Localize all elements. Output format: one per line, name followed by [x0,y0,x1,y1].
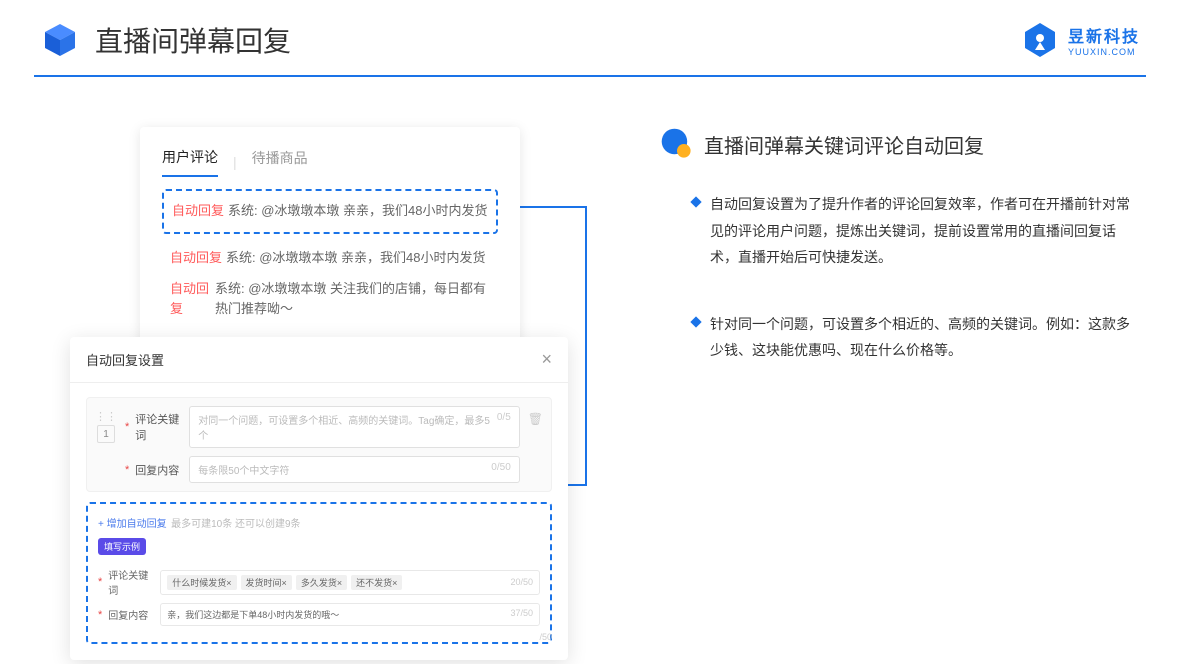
modal-title: 自动回复设置 [86,350,164,369]
brand-text: 昱新科技 YUUXIN.COM [1068,23,1140,57]
auto-reply-tag: 自动回复 [172,201,224,222]
content-label: 回复内容 [135,462,183,478]
comment-text: 系统: @冰墩墩本墩 关注我们的店铺，每日都有热门推荐呦～ [215,279,490,321]
keyword-pill[interactable]: 发货时间× [241,575,292,590]
left-panel: 用户评论 | 待播商品 自动回复 系统: @冰墩墩本墩 亲亲，我们48小时内发货… [70,127,570,607]
example-keyword-row: * 评论关键词 什么时候发货× 发货时间× 多久发货× 还不发货× 20/50 [98,567,540,597]
highlighted-comment: 自动回复 系统: @冰墩墩本墩 亲亲，我们48小时内发货 [162,189,498,234]
example-content-row: * 回复内容 亲，我们这边都是下单48小时内发货的哦～ 37/50 [98,603,540,626]
brand: 昱新科技 YUUXIN.COM [1020,20,1140,60]
auto-reply-tag: 自动回复 [170,248,222,269]
form-block: ⋮⋮ 1 * 评论关键词 对同一个问题，可设置多个相近、高频的关键词。Tag确定… [86,397,552,492]
page-title: 直播间弹幕回复 [95,20,291,60]
content-row: * 回复内容 每条限50个中文字符 0/50 [125,456,520,483]
section-header: 直播间弹幕关键词评论自动回复 [660,127,1140,161]
keyword-pill[interactable]: 什么时候发货× [167,575,236,590]
bullet-item: 自动回复设置为了提升作者的评论回复效率，作者可在开播前针对常见的评论用户问题，提… [660,191,1140,271]
tab-separator: | [233,154,237,170]
keyword-row: * 评论关键词 对同一个问题，可设置多个相近、高频的关键词。Tag确定，最多5个… [125,406,520,448]
section-title: 直播间弹幕关键词评论自动回复 [704,130,984,159]
brand-url: YUUXIN.COM [1068,47,1140,57]
auto-reply-modal: 自动回复设置 × ⋮⋮ 1 * 评论关键词 对同一个问题，可设置多个相近、高频 [70,337,568,660]
required-mark: * [125,464,129,476]
diamond-icon [690,196,701,207]
diamond-icon [690,316,701,327]
tab-products[interactable]: 待播商品 [252,148,308,176]
tab-comments[interactable]: 用户评论 [162,147,218,177]
close-icon[interactable]: × [541,349,552,370]
example-badge: 填写示例 [98,538,146,555]
keyword-pill[interactable]: 多久发货× [296,575,347,590]
comment-row: 自动回复 系统: @冰墩墩本墩 亲亲，我们48小时内发货 [170,248,490,269]
required-mark: * [125,421,129,433]
page-header: 直播间弹幕回复 昱新科技 YUUXIN.COM [0,0,1180,60]
comment-list: 自动回复 系统: @冰墩墩本墩 亲亲，我们48小时内发货 自动回复 系统: @冰… [162,248,498,320]
add-hint: 最多可建10条 还可以创建9条 [171,519,300,530]
brand-name: 昱新科技 [1068,23,1140,47]
auto-reply-tag: 自动回复 [170,279,211,321]
brand-icon [1020,20,1060,60]
keyword-input[interactable]: 对同一个问题，可设置多个相近、高频的关键词。Tag确定，最多5个 0/5 [189,406,519,448]
keyword-pills: 什么时候发货× 发货时间× 多久发货× 还不发货× 20/50 [160,570,540,595]
ex-keyword-label: 评论关键词 [108,567,154,597]
tabs: 用户评论 | 待播商品 [162,147,498,177]
comment-row: 自动回复 系统: @冰墩墩本墩 关注我们的店铺，每日都有热门推荐呦～ [170,279,490,321]
main-content: 用户评论 | 待播商品 自动回复 系统: @冰墩墩本墩 亲亲，我们48小时内发货… [0,77,1180,607]
chat-bubble-icon [660,127,694,161]
drag-handle-icon[interactable]: ⋮⋮ [95,410,117,423]
cube-icon [40,20,80,60]
bullet-text: 自动回复设置为了提升作者的评论回复效率，作者可在开播前针对常见的评论用户问题，提… [710,191,1140,271]
modal-body: ⋮⋮ 1 * 评论关键词 对同一个问题，可设置多个相近、高频的关键词。Tag确定… [70,383,568,660]
delete-icon[interactable]: 🗑 [528,406,543,426]
example-content-text: 亲，我们这边都是下单48小时内发货的哦～ 37/50 [160,603,540,626]
keyword-label: 评论关键词 [135,411,183,443]
comment-row: 自动回复 系统: @冰墩墩本墩 亲亲，我们48小时内发货 [172,201,488,222]
keyword-pill[interactable]: 还不发货× [351,575,402,590]
example-block: + 增加自动回复 最多可建10条 还可以创建9条 填写示例 * 评论关键词 什么… [86,502,552,644]
bullet-text: 针对同一个问题，可设置多个相近的、高频的关键词。例如：这款多少钱、这块能优惠吗、… [710,311,1140,364]
content-input[interactable]: 每条限50个中文字符 0/50 [189,456,519,483]
bottom-counter: /50 [539,632,552,642]
bullet-item: 针对同一个问题，可设置多个相近的、高频的关键词。例如：这款多少钱、这块能优惠吗、… [660,311,1140,364]
connector-line-2 [566,484,587,486]
right-panel: 直播间弹幕关键词评论自动回复 自动回复设置为了提升作者的评论回复效率，作者可在开… [650,127,1140,607]
comments-card: 用户评论 | 待播商品 自动回复 系统: @冰墩墩本墩 亲亲，我们48小时内发货… [140,127,520,350]
required-mark: * [98,576,102,588]
index-box: 1 [97,425,115,443]
comment-text: 系统: @冰墩墩本墩 亲亲，我们48小时内发货 [226,248,486,269]
comment-text: 系统: @冰墩墩本墩 亲亲，我们48小时内发货 [228,201,488,222]
add-reply-link[interactable]: + 增加自动回复 [98,519,167,530]
drag-column: ⋮⋮ 1 [95,406,117,443]
form-rows: * 评论关键词 对同一个问题，可设置多个相近、高频的关键词。Tag确定，最多5个… [125,406,520,483]
modal-header: 自动回复设置 × [70,337,568,383]
ex-content-label: 回复内容 [108,607,154,622]
keyword-counter: 20/50 [510,577,533,587]
header-left: 直播间弹幕回复 [40,20,291,60]
required-mark: * [98,609,102,621]
